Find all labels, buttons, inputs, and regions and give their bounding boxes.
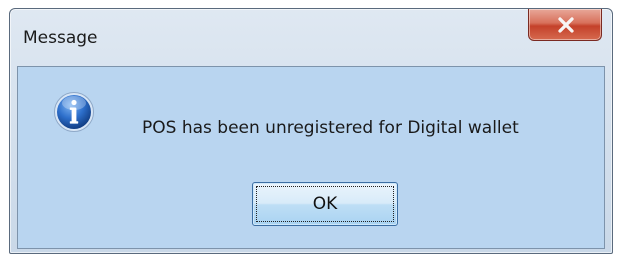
ok-button[interactable]: OK	[252, 182, 398, 226]
title-bar[interactable]: Message	[10, 9, 612, 65]
close-icon	[558, 17, 574, 33]
message-dialog: Message POS has been unregistered for Di…	[9, 8, 613, 254]
message-text: POS has been unregistered for Digital wa…	[142, 118, 519, 138]
dialog-body: POS has been unregistered for Digital wa…	[17, 66, 605, 249]
window-title: Message	[23, 28, 98, 48]
ok-button-label: OK	[312, 194, 338, 214]
information-icon	[54, 92, 94, 132]
close-button[interactable]	[528, 9, 602, 41]
